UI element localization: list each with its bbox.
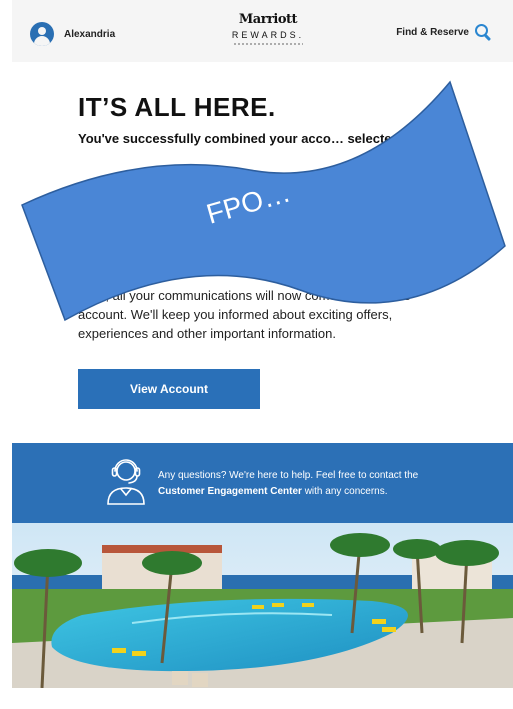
find-reserve-label[interactable]: Find & Reserve (396, 27, 469, 38)
user-avatar-icon[interactable] (30, 22, 54, 46)
resort-pool-photo (12, 523, 513, 688)
header-bar: Alexandria Marriott REWARDS. Find & Rese… (12, 0, 513, 62)
help-text: Any questions? We're here to help. Feel … (158, 468, 458, 500)
help-text-start: Any questions? We're here to help. Feel … (158, 470, 419, 481)
help-text-end: with any concerns. (301, 486, 388, 497)
user-name[interactable]: Alexandria (64, 29, 115, 40)
body-text: …on, all your communications will now co… (78, 288, 411, 341)
marriott-rewards-logo[interactable]: Marriott REWARDS. (218, 13, 318, 45)
logo-brand: Marriott (238, 12, 298, 27)
search-icon[interactable] (475, 24, 491, 40)
help-banner: Any questions? We're here to help. Feel … (12, 443, 513, 523)
user-account[interactable]: Alexandria (30, 22, 115, 46)
page-headline: IT’S ALL HERE. (78, 92, 276, 122)
view-account-button[interactable]: View Account (78, 369, 260, 409)
customer-engagement-link[interactable]: Customer Engagement Center (158, 486, 302, 497)
customer-support-agent-icon (107, 459, 145, 505)
email-page: Alexandria Marriott REWARDS. Find & Rese… (12, 0, 513, 709)
logo-dots (233, 43, 303, 45)
intro-text: You've successfully combined your acco… … (78, 131, 427, 146)
logo-sub: REWARDS. (231, 30, 305, 40)
find-reserve-link[interactable]: Find & Reserve (396, 24, 491, 40)
